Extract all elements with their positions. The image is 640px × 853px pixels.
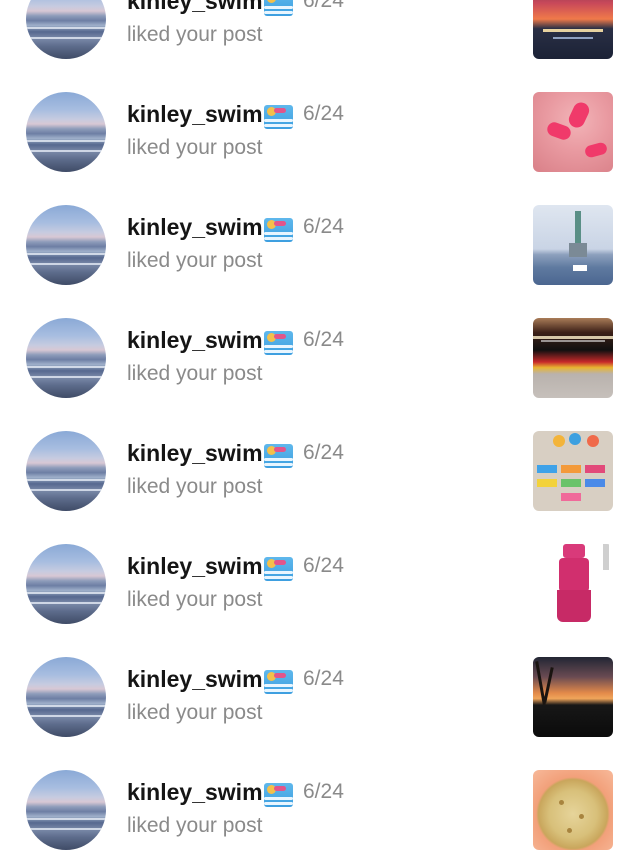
surfer-wave-icon — [264, 557, 293, 581]
timestamp: 6/24 — [303, 102, 344, 125]
avatar[interactable] — [26, 92, 106, 172]
avatar[interactable] — [26, 431, 106, 511]
activity-text: liked your post — [127, 814, 263, 837]
username[interactable]: kinley_swim — [127, 100, 263, 128]
avatar[interactable] — [26, 544, 106, 624]
post-thumbnail[interactable] — [533, 431, 613, 511]
surfer-wave-icon — [264, 105, 293, 129]
timestamp: 6/24 — [303, 554, 344, 577]
activity-text: liked your post — [127, 475, 263, 498]
surfer-wave-icon — [264, 783, 293, 807]
timestamp: 6/24 — [303, 328, 344, 351]
notification-list: kinley_swim 6/24 liked your post kinley_… — [0, 0, 640, 853]
notification-row[interactable]: kinley_swim 6/24 liked your post — [0, 318, 640, 431]
timestamp: 6/24 — [303, 441, 344, 464]
notification-row[interactable]: kinley_swim 6/24 liked your post — [0, 770, 640, 853]
activity-text: liked your post — [127, 136, 263, 159]
avatar[interactable] — [26, 205, 106, 285]
timestamp: 6/24 — [303, 0, 344, 12]
avatar[interactable] — [26, 318, 106, 398]
post-thumbnail[interactable] — [533, 657, 613, 737]
activity-text: liked your post — [127, 249, 263, 272]
avatar[interactable] — [26, 0, 106, 59]
username[interactable]: kinley_swim — [127, 213, 263, 241]
activity-text: liked your post — [127, 362, 263, 385]
timestamp: 6/24 — [303, 215, 344, 238]
avatar[interactable] — [26, 657, 106, 737]
timestamp: 6/24 — [303, 667, 344, 690]
notification-row[interactable]: kinley_swim 6/24 liked your post — [0, 544, 640, 657]
surfer-wave-icon — [264, 331, 293, 355]
timestamp: 6/24 — [303, 780, 344, 803]
surfer-wave-icon — [264, 444, 293, 468]
post-thumbnail[interactable] — [533, 544, 613, 624]
username[interactable]: kinley_swim — [127, 439, 263, 467]
notification-row[interactable]: kinley_swim 6/24 liked your post — [0, 657, 640, 770]
username[interactable]: kinley_swim — [127, 0, 263, 15]
notification-row[interactable]: kinley_swim 6/24 liked your post — [0, 431, 640, 544]
username[interactable]: kinley_swim — [127, 552, 263, 580]
post-thumbnail[interactable] — [533, 205, 613, 285]
notification-row[interactable]: kinley_swim 6/24 liked your post — [0, 92, 640, 205]
username[interactable]: kinley_swim — [127, 665, 263, 693]
username[interactable]: kinley_swim — [127, 778, 263, 806]
surfer-wave-icon — [264, 670, 293, 694]
activity-text: liked your post — [127, 701, 263, 724]
username[interactable]: kinley_swim — [127, 326, 263, 354]
surfer-wave-icon — [264, 218, 293, 242]
notification-row[interactable]: kinley_swim 6/24 liked your post — [0, 205, 640, 318]
post-thumbnail[interactable] — [533, 318, 613, 398]
activity-text: liked your post — [127, 588, 263, 611]
post-thumbnail[interactable] — [533, 770, 613, 850]
surfer-wave-icon — [264, 0, 293, 16]
avatar[interactable] — [26, 770, 106, 850]
post-thumbnail[interactable] — [533, 92, 613, 172]
post-thumbnail[interactable] — [533, 0, 613, 59]
notification-row[interactable]: kinley_swim 6/24 liked your post — [0, 0, 640, 92]
activity-text: liked your post — [127, 23, 263, 46]
